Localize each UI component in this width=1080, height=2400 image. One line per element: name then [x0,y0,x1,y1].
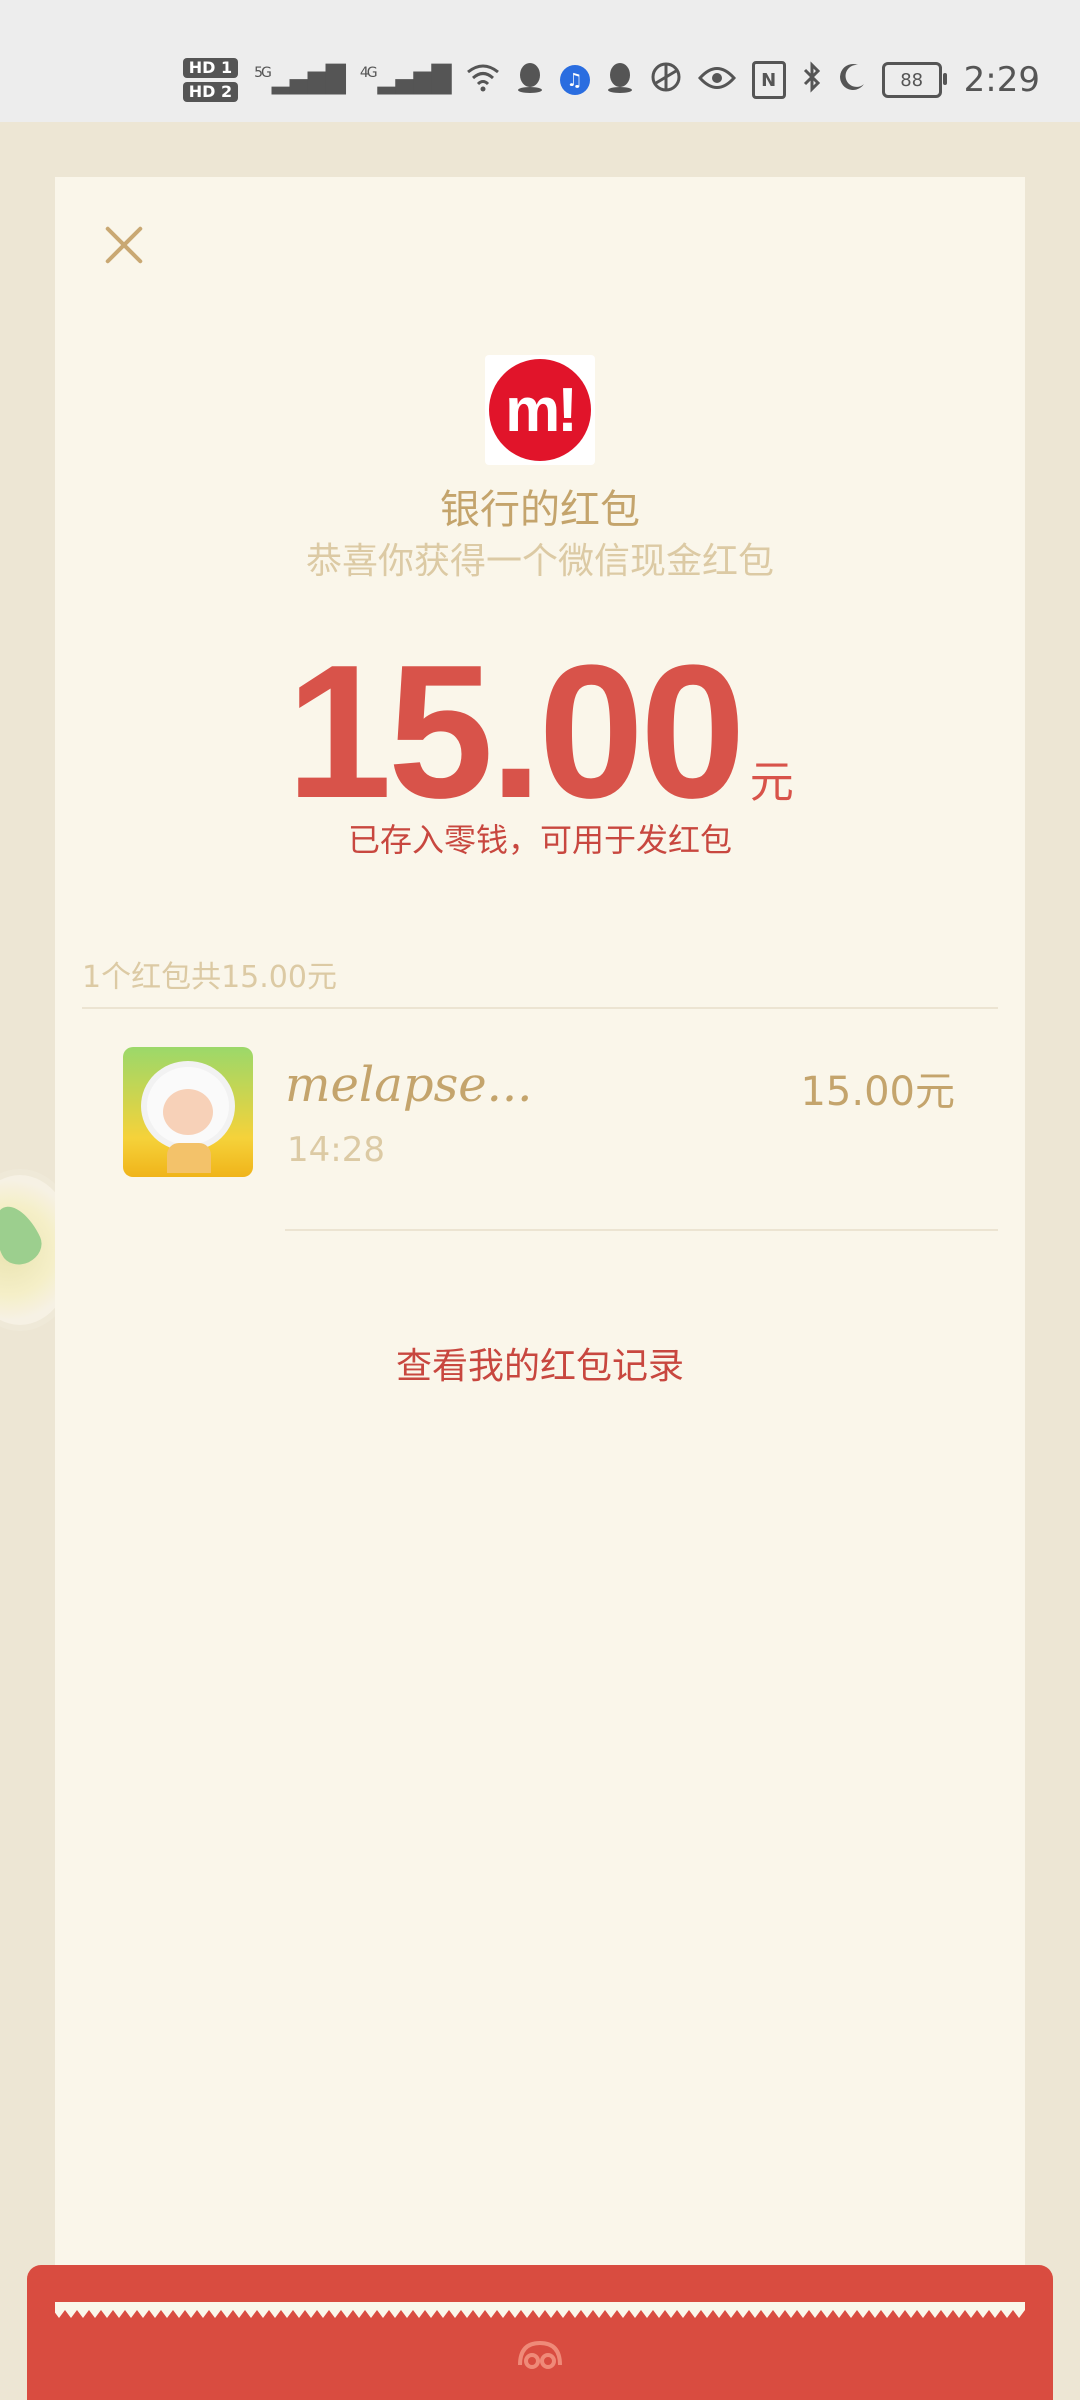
leaf-icon [0,1198,48,1272]
hd-indicators: HD 1 HD 2 [182,58,239,102]
red-packet-detail-card: m! 银行的红包 恭喜你获得一个微信现金红包 15.00 元 已存入零钱，可用于… [55,177,1025,2400]
receive-amount: 15.00元 [800,1069,955,1115]
bank-logo-icon: m! [489,359,591,461]
hd2-badge: HD 2 [182,82,239,102]
eye-icon [697,63,736,97]
wifi-icon [466,62,500,98]
battery-icon: 88 [881,62,947,98]
sender-title: 银行的红包 [440,487,640,533]
browser-icon [650,61,682,99]
amount-unit: 元 [749,757,794,808]
envelope-bottom [27,2265,1053,2400]
status-icons: HD 1 HD 2 5G▂▄▆█ 4G▂▄▆█ ♫ N 88 2:29 [182,40,1040,120]
nfc-icon: N [751,61,786,99]
envelope-zigzag-edge [55,2302,1025,2318]
sender-logo: m! [485,355,595,465]
clock: 2:29 [963,60,1040,100]
amount-value: 15.00 [286,626,745,838]
signal-4g-icon: 4G▂▄▆█ [359,65,452,95]
status-bar: HD 1 HD 2 5G▂▄▆█ 4G▂▄▆█ ♫ N 88 2:29 [0,0,1080,122]
signal-5g-icon: 5G▂▄▆█ [254,65,346,95]
list-item[interactable]: melapse... 14:28 15.00元 [55,1037,1025,1237]
amount-row: 15.00 元 [55,637,1025,827]
receiver-name: melapse... [285,1057,533,1113]
qq-icon [606,61,634,99]
emblem-icon [510,2335,570,2375]
sheep-face [163,1089,213,1135]
bluetooth-icon [802,61,822,99]
divider [82,1007,998,1009]
saved-to-wallet-note[interactable]: 已存入零钱，可用于发红包 [55,815,1025,861]
close-button[interactable] [93,215,153,275]
hd1-badge: HD 1 [182,58,239,78]
sheep-body [167,1143,211,1173]
view-history-link[interactable]: 查看我的红包记录 [55,1337,1025,1389]
moon-icon [838,62,866,98]
packet-summary: 1个红包共15.00元 [82,960,337,995]
qq-icon [516,61,544,99]
avatar[interactable] [123,1047,253,1177]
music-icon: ♫ [559,65,590,95]
sender-subtitle: 恭喜你获得一个微信现金红包 [305,541,774,582]
receive-time: 14:28 [287,1130,385,1170]
divider [285,1229,998,1231]
